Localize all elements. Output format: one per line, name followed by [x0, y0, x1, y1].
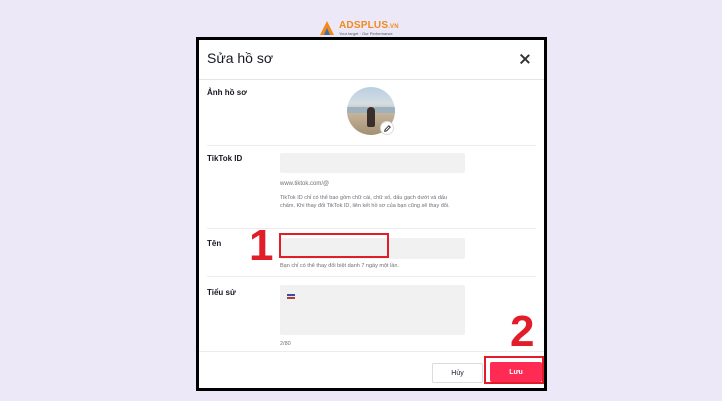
tiktok-id-helper-text: TikTok ID chỉ có thể bao gồm chữ cái, ch… — [280, 195, 450, 209]
modal-header: Sửa hồ sơ — [199, 40, 544, 80]
flag-emoji-icon — [287, 294, 295, 299]
step2-highlight-box — [484, 356, 544, 384]
logo-brand-text: ADSPLUS — [339, 19, 389, 31]
logo-mark-icon — [318, 19, 336, 37]
tiktok-url-prefix: www.tiktok.com/@ — [280, 181, 330, 187]
footer-divider — [199, 351, 544, 352]
logo-suffix-text: .VN — [388, 23, 399, 30]
step2-annotation-number: 2 — [510, 307, 535, 356]
divider — [207, 276, 536, 277]
close-icon[interactable] — [518, 52, 532, 66]
cancel-button[interactable]: Hủy — [432, 363, 483, 383]
name-label: Tên — [207, 239, 222, 248]
profile-photo-label: Ảnh hồ sơ — [207, 88, 247, 97]
modal-title: Sửa hồ sơ — [207, 50, 274, 66]
pencil-icon[interactable] — [380, 121, 394, 135]
bio-label: Tiểu sử — [207, 288, 236, 297]
bio-counter: 2/80 — [280, 341, 291, 347]
edit-profile-modal: Sửa hồ sơ Ảnh hồ sơ TikTok ID www.tiktok… — [196, 37, 547, 391]
name-helper-text: Bạn chỉ có thể thay đổi biệt danh 7 ngày… — [280, 263, 399, 269]
logo-tagline: Your target · Our Performance — [339, 30, 393, 36]
bio-textarea[interactable] — [280, 285, 465, 335]
step1-highlight-box — [279, 233, 389, 258]
tiktok-id-input[interactable] — [280, 153, 465, 173]
divider — [207, 145, 536, 146]
adsplus-logo: ADSPLUS.VN Your target · Our Performance — [318, 18, 399, 38]
tiktok-id-label: TikTok ID — [207, 154, 243, 163]
step1-annotation-number: 1 — [249, 221, 274, 270]
